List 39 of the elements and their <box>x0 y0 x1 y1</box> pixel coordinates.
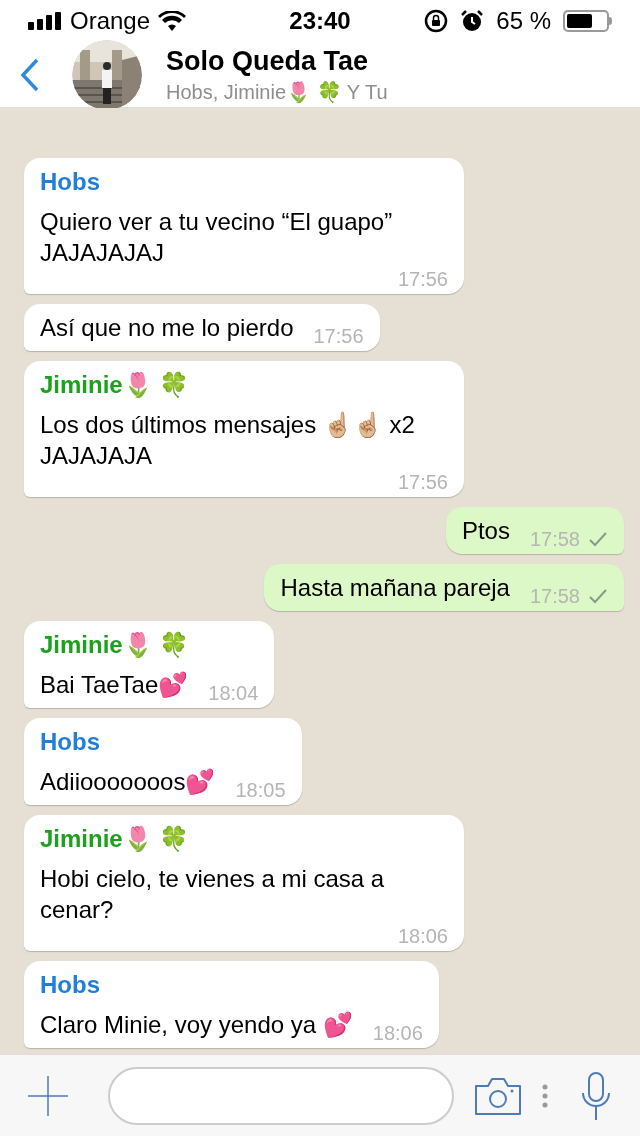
sender-name: Jiminie🌷 🍀 <box>40 824 191 854</box>
message-text: Así que no me lo pierdo <box>40 313 294 343</box>
battery-percent: 65 % <box>496 6 551 36</box>
signal-icon <box>28 12 62 30</box>
sender-name: Hobs <box>40 727 101 757</box>
message-text: Adiiooooooos💕 <box>40 767 216 797</box>
message-time: 18:06 <box>372 1022 423 1044</box>
message-text: Hobi cielo, te vienes a mi casa a cenar? <box>40 864 386 925</box>
members-list: Hobs, Jiminie🌷 🍀 Y Tu <box>166 77 388 106</box>
chat-title: Solo Queda Tae <box>166 44 370 78</box>
wifi-icon <box>158 11 187 31</box>
message-input[interactable] <box>108 1066 454 1125</box>
sender-name: Jiminie🌷 🍀 <box>40 370 191 400</box>
message-text: Ptos <box>461 516 510 546</box>
message-text: Claro Minie, voy yendo ya 💕 <box>40 1010 353 1040</box>
rotation-lock-icon <box>424 9 449 33</box>
carrier-name: Orange <box>70 6 151 36</box>
message-time: 17:56 <box>313 325 364 347</box>
message-time: 18:05 <box>235 779 286 801</box>
message-time: 17:56 <box>397 471 448 493</box>
sender-name: Hobs <box>40 167 101 197</box>
microphone-button[interactable] <box>580 1070 612 1121</box>
message-text: Quiero ver a tu vecino “El guapo” JAJAJAJAJ <box>40 207 394 268</box>
message-time: 17:58 <box>529 528 580 550</box>
clock-time: 23:40 <box>289 6 351 36</box>
message-time: 18:04 <box>208 682 259 704</box>
message-time: 17:58 <box>529 585 580 607</box>
message-time: 18:06 <box>397 925 448 947</box>
alarm-icon <box>460 9 485 33</box>
add-button[interactable] <box>28 1075 68 1116</box>
sender-name: Hobs <box>40 970 101 1000</box>
more-icon[interactable] <box>542 1083 548 1108</box>
camera-button[interactable] <box>474 1075 522 1116</box>
message-time: 17:56 <box>397 268 448 290</box>
message-text: Los dos últimos mensajes ☝🏼☝🏼 x2 JAJAJAJA <box>40 410 416 471</box>
message-text: Bai TaeTae💕 <box>40 670 189 700</box>
message-text: Hasta mañana pareja <box>280 573 510 603</box>
sender-name: Jiminie🌷 🍀 <box>40 630 191 660</box>
battery-icon <box>563 10 612 32</box>
